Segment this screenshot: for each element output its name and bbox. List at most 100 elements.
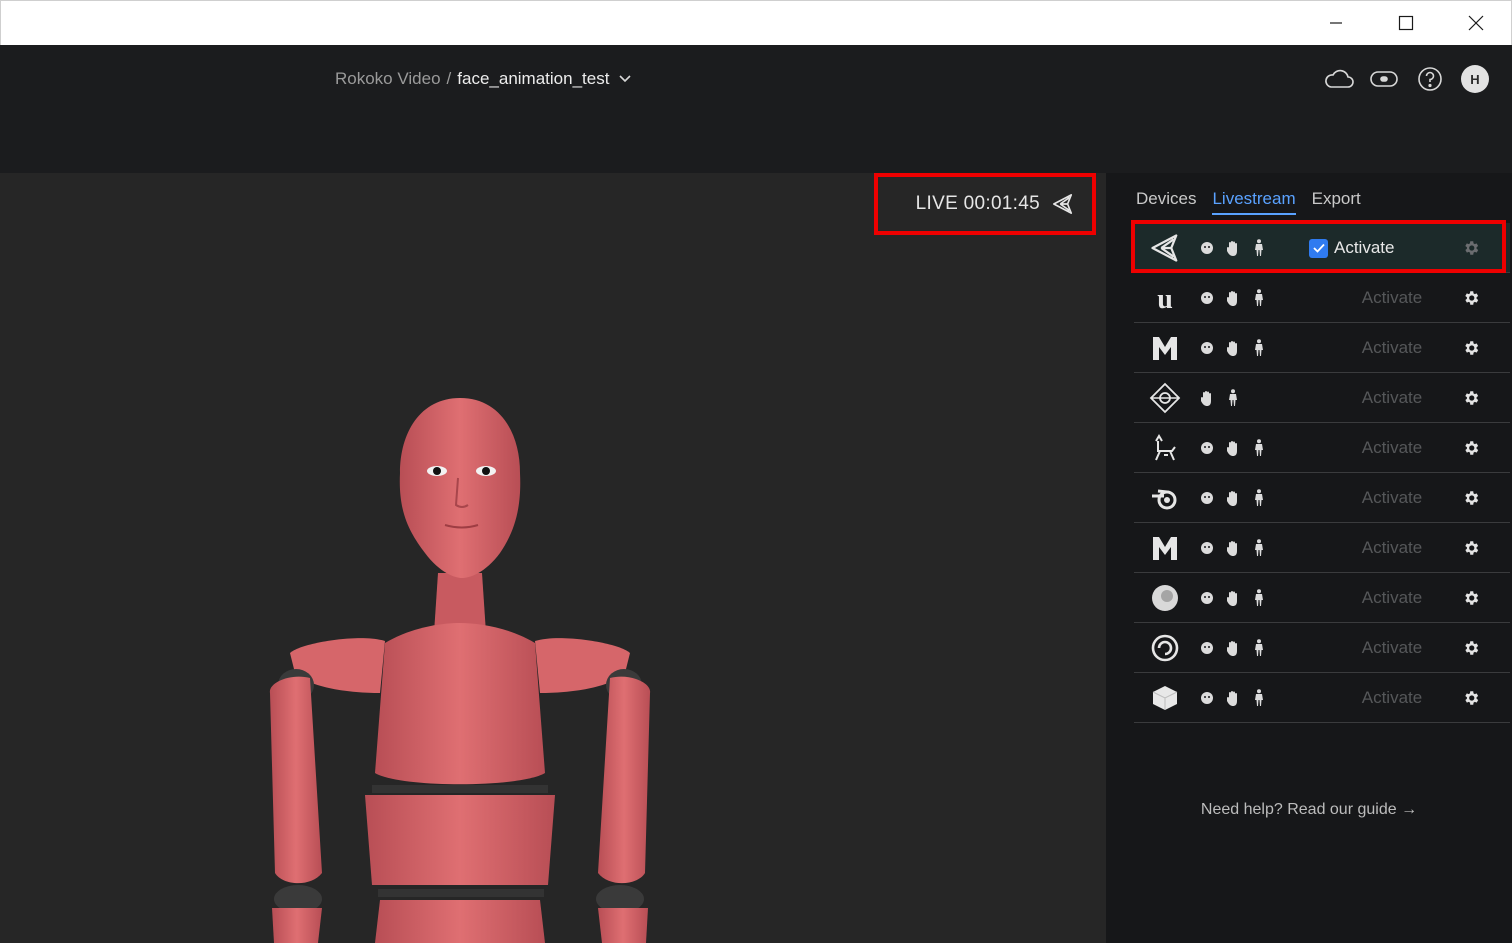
headset-vr-icon[interactable] <box>1368 63 1400 95</box>
activate-label: Activate <box>1334 238 1395 257</box>
activate-toggle[interactable]: Activate <box>1332 285 1452 311</box>
livestream-target-list: Activate u Activate Activate Activate Activat… <box>1131 220 1510 723</box>
face-icon <box>1198 338 1216 358</box>
scene-viewport[interactable]: LIVE 00:01:45 <box>0 173 1106 943</box>
project-name[interactable]: face_animation_test <box>457 69 609 89</box>
activate-toggle[interactable]: Activate <box>1332 385 1452 411</box>
body-icon <box>1250 288 1268 308</box>
body-icon <box>1250 538 1268 558</box>
livestream-target-row: Activate <box>1134 373 1510 423</box>
capability-icons <box>1198 438 1268 458</box>
activate-label: Activate <box>1361 438 1423 457</box>
capability-icons <box>1198 338 1268 358</box>
hand-icon <box>1224 488 1242 508</box>
gear-icon[interactable] <box>1460 287 1482 309</box>
livestream-target-row: Activate <box>1134 573 1510 623</box>
hand-icon <box>1224 238 1242 258</box>
body-icon <box>1224 388 1242 408</box>
livestream-target-row: Activate <box>1134 623 1510 673</box>
avatar[interactable]: H <box>1461 65 1489 93</box>
help-icon[interactable] <box>1414 63 1446 95</box>
checkbox-checked-icon[interactable] <box>1309 238 1328 258</box>
houdini-logo-icon[interactable] <box>1148 632 1182 664</box>
close-icon[interactable] <box>1441 1 1511 45</box>
minimize-icon[interactable] <box>1301 1 1371 45</box>
livestream-target-row: Activate <box>1134 423 1510 473</box>
livestream-target-row: Activate <box>1134 473 1510 523</box>
unity-logo-icon[interactable] <box>1148 232 1182 264</box>
gear-icon[interactable] <box>1460 537 1482 559</box>
livestream-target-row: Activate <box>1134 673 1510 723</box>
generic-cube-logo-icon[interactable] <box>1148 682 1182 714</box>
capability-icons <box>1198 388 1242 408</box>
hand-icon <box>1224 688 1242 708</box>
live-timer: LIVE 00:01:45 <box>915 193 1040 214</box>
tab-devices[interactable]: Devices <box>1136 189 1196 215</box>
gear-icon[interactable] <box>1460 237 1482 259</box>
body-icon <box>1250 238 1268 258</box>
hand-icon <box>1224 338 1242 358</box>
app-header: Rokoko Video / face_animation_test H <box>0 45 1512 173</box>
isadora-logo-icon[interactable] <box>1148 382 1182 414</box>
face-icon <box>1198 488 1216 508</box>
livestream-panel: Devices Livestream Export Activate u Activ… <box>1106 173 1512 943</box>
gear-icon[interactable] <box>1460 687 1482 709</box>
body-icon <box>1250 488 1268 508</box>
tab-export[interactable]: Export <box>1312 189 1361 215</box>
gear-icon[interactable] <box>1460 437 1482 459</box>
window-titlebar <box>0 0 1512 45</box>
activate-toggle[interactable]: Activate <box>1332 635 1452 661</box>
live-status-badge: LIVE 00:01:45 <box>874 173 1096 235</box>
3dsmax-logo-icon[interactable] <box>1148 582 1182 614</box>
tab-livestream[interactable]: Livestream <box>1212 189 1296 215</box>
activate-label: Activate <box>1361 388 1423 407</box>
activate-toggle[interactable]: Activate <box>1332 535 1452 561</box>
body-icon <box>1250 438 1268 458</box>
face-icon <box>1198 688 1216 708</box>
capability-icons <box>1198 638 1268 658</box>
unreal-logo-icon[interactable]: u <box>1148 282 1182 314</box>
activate-toggle[interactable]: Activate <box>1332 485 1452 511</box>
blender-logo-icon[interactable] <box>1148 482 1182 514</box>
chevron-down-icon[interactable] <box>619 75 632 83</box>
breadcrumb-separator: / <box>446 69 452 88</box>
activate-toggle[interactable]: Activate <box>1332 335 1452 361</box>
activate-label: Activate <box>1361 288 1423 307</box>
activate-toggle[interactable]: Activate <box>1332 435 1452 461</box>
livestream-target-row: Activate <box>1134 323 1510 373</box>
help-guide-link[interactable]: Need help? Read our guide → <box>1106 801 1512 819</box>
cinema4d-logo-icon[interactable] <box>1148 432 1182 464</box>
gear-icon[interactable] <box>1460 637 1482 659</box>
face-icon <box>1198 288 1216 308</box>
body-icon <box>1250 688 1268 708</box>
activate-toggle[interactable]: Activate <box>1332 685 1452 711</box>
panel-tabs: Devices Livestream Export <box>1136 189 1361 215</box>
face-icon <box>1198 238 1216 258</box>
hand-icon <box>1224 288 1242 308</box>
activate-toggle[interactable]: Activate <box>1332 585 1452 611</box>
gear-icon[interactable] <box>1460 337 1482 359</box>
hand-icon <box>1224 438 1242 458</box>
maximize-icon[interactable] <box>1371 1 1441 45</box>
gear-icon[interactable] <box>1460 587 1482 609</box>
face-icon <box>1198 538 1216 558</box>
svg-text:u: u <box>1157 284 1173 313</box>
cloud-icon[interactable] <box>1323 63 1355 95</box>
body-icon <box>1250 588 1268 608</box>
breadcrumb-app-name[interactable]: Rokoko Video <box>335 69 441 89</box>
character-model <box>269 398 651 943</box>
livestream-target-row: Activate <box>1131 220 1510 273</box>
maya-logo-icon[interactable] <box>1148 532 1182 564</box>
capability-icons <box>1198 238 1268 258</box>
activate-label: Activate <box>1361 338 1423 357</box>
livestream-target-row: u Activate <box>1134 273 1510 323</box>
gear-icon[interactable] <box>1460 387 1482 409</box>
activate-toggle[interactable]: Activate <box>1309 235 1429 261</box>
hand-icon <box>1224 538 1242 558</box>
hand-icon <box>1198 388 1216 408</box>
gear-icon[interactable] <box>1460 487 1482 509</box>
face-icon <box>1198 438 1216 458</box>
activate-label: Activate <box>1361 488 1423 507</box>
motionbuilder-logo-icon[interactable] <box>1148 332 1182 364</box>
capability-icons <box>1198 688 1268 708</box>
